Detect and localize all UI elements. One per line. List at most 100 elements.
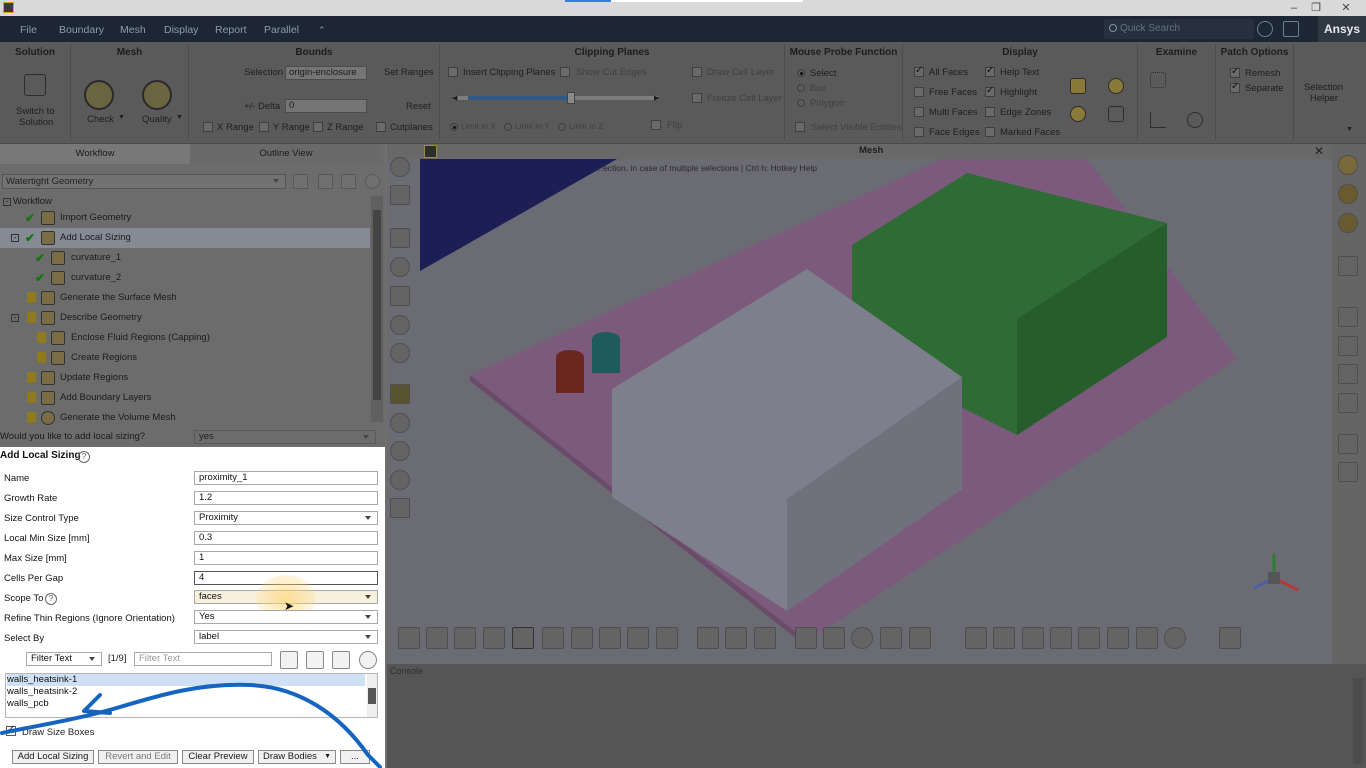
insert-clipping-checkbox[interactable] — [448, 67, 458, 77]
slider-left-arrow-icon[interactable]: ◀ — [452, 94, 457, 102]
help-icon[interactable]: ? — [78, 451, 90, 463]
show-cut-edges-checkbox[interactable] — [560, 67, 570, 77]
zone-select-icon[interactable] — [512, 627, 534, 649]
tree-item-add-boundary-layers[interactable]: Add Boundary Layers — [0, 388, 370, 408]
show-faces-icon[interactable] — [697, 627, 719, 649]
menu-parallel[interactable]: Parallel — [264, 16, 299, 42]
filter-text-input[interactable]: Filter Text — [134, 652, 272, 666]
plot-icon[interactable] — [1338, 307, 1358, 327]
gear-icon[interactable] — [1108, 78, 1124, 94]
workflow-tool-3-icon[interactable] — [341, 174, 356, 189]
select-filter-icon[interactable] — [398, 627, 420, 649]
slider-right-arrow-icon[interactable]: ▶ — [654, 94, 659, 102]
rotate-view-icon[interactable] — [390, 157, 410, 177]
quality-button[interactable]: Quality — [142, 114, 172, 125]
region-select-icon[interactable] — [656, 627, 678, 649]
selection-input[interactable]: origin-enclosure — [285, 66, 367, 80]
menu-boundary[interactable]: Boundary — [59, 16, 104, 42]
workflow-tool-2-icon[interactable] — [318, 174, 333, 189]
properties-icon[interactable] — [1338, 393, 1358, 413]
tree-item-enclose-fluid-regions[interactable]: Enclose Fluid Regions (Capping) — [0, 328, 370, 348]
quality-dropdown-icon[interactable]: ▼ — [176, 114, 183, 121]
probe-box-radio[interactable] — [797, 84, 805, 92]
cutplanes-checkbox[interactable] — [376, 122, 386, 132]
probe-polygon-radio[interactable] — [797, 99, 805, 107]
zoom-in-icon[interactable] — [390, 413, 410, 433]
tree-item-add-local-sizing[interactable]: - ✔ Add Local Sizing — [0, 228, 370, 248]
menu-mesh[interactable]: Mesh — [120, 16, 146, 42]
info-icon[interactable] — [1187, 112, 1203, 128]
zoom-box-icon[interactable] — [390, 315, 410, 335]
face-edges-checkbox[interactable] — [914, 127, 924, 137]
console-panel[interactable]: Console — [387, 664, 1366, 768]
refine-thin-regions-select[interactable]: Yes — [194, 610, 378, 624]
select-by-select[interactable]: label — [194, 630, 378, 644]
object-select-icon[interactable] — [571, 627, 593, 649]
tree-item-curvature-1[interactable]: ✔ curvature_1 — [0, 248, 370, 268]
size-control-type-select[interactable]: Proximity — [194, 511, 378, 525]
help-text-checkbox[interactable] — [985, 65, 995, 77]
rotate-selection-icon[interactable] — [965, 627, 987, 649]
free-faces-checkbox[interactable] — [914, 87, 924, 97]
node-select-icon[interactable] — [599, 627, 621, 649]
tree-item-create-regions[interactable]: Create Regions — [0, 348, 370, 368]
y-range-checkbox[interactable] — [259, 122, 269, 132]
check-button[interactable]: Check — [87, 114, 114, 125]
copy-view-icon[interactable] — [390, 185, 410, 205]
check-dropdown-icon[interactable]: ▼ — [118, 114, 125, 121]
edge-select-icon[interactable] — [454, 627, 476, 649]
workflow-tool-1-icon[interactable] — [293, 174, 308, 189]
set-ranges-button[interactable]: Set Ranges — [384, 67, 434, 78]
filter-mode-select[interactable]: Filter Text — [26, 652, 102, 666]
separate-checkbox[interactable] — [1230, 81, 1240, 93]
selection-helper-button[interactable]: Selection — [1304, 82, 1343, 93]
quality-icon[interactable] — [142, 80, 172, 110]
menu-file[interactable]: File — [20, 16, 37, 42]
all-faces-checkbox[interactable] — [914, 65, 924, 77]
check-mesh-icon[interactable] — [84, 80, 114, 110]
tree-item-curvature-2[interactable]: ✔ curvature_2 — [0, 268, 370, 288]
close-viewport-icon[interactable]: ✕ — [1314, 144, 1324, 158]
legend-icon[interactable] — [1338, 336, 1358, 356]
report-icon[interactable] — [1338, 364, 1358, 384]
pencil-icon[interactable] — [909, 627, 931, 649]
menu-display[interactable]: Display — [164, 16, 198, 42]
minimize-icon[interactable]: – — [1284, 1, 1304, 15]
probe-select-radio[interactable] — [797, 69, 805, 77]
max-size-input[interactable]: 1 — [194, 551, 378, 565]
lighting-icon[interactable] — [1338, 184, 1358, 204]
hide-icon[interactable] — [795, 627, 817, 649]
name-input[interactable]: proximity_1 — [194, 471, 378, 485]
body-select-icon[interactable] — [542, 627, 564, 649]
question-select[interactable]: yes — [194, 430, 376, 444]
display-options-icon[interactable] — [1070, 78, 1086, 94]
multi-faces-checkbox[interactable] — [914, 107, 924, 117]
expand-icon[interactable] — [1078, 627, 1100, 649]
menu-report[interactable]: Report — [215, 16, 247, 42]
angle-icon[interactable] — [1150, 112, 1166, 128]
tree-item-import-geometry[interactable]: ✔ Import Geometry — [0, 208, 370, 228]
face-select-icon[interactable] — [483, 627, 505, 649]
graphics-viewport[interactable] — [387, 144, 1332, 664]
remesh-checkbox[interactable] — [1230, 66, 1240, 78]
limit-y-radio[interactable] — [504, 123, 512, 131]
select-all-icon[interactable] — [306, 651, 324, 669]
scope-help-icon[interactable]: ? — [45, 593, 57, 605]
axes-icon[interactable] — [390, 498, 410, 518]
flag-icon[interactable] — [390, 384, 410, 404]
delete-icon[interactable] — [1219, 627, 1241, 649]
probe-icon[interactable] — [1164, 627, 1186, 649]
x-range-checkbox[interactable] — [203, 122, 213, 132]
paint-icon[interactable] — [1107, 627, 1129, 649]
filter-apply-icon[interactable] — [280, 651, 298, 669]
zoom-icon[interactable] — [390, 343, 410, 363]
marked-faces-checkbox[interactable] — [985, 127, 995, 137]
z-range-checkbox[interactable] — [313, 122, 323, 132]
tab-outline-view[interactable]: Outline View — [190, 144, 382, 164]
workflow-tool-4-icon[interactable] — [365, 174, 380, 189]
maximize-icon[interactable]: ❐ — [1306, 1, 1326, 15]
tree-item-update-regions[interactable]: Update Regions — [0, 368, 370, 388]
zoom-fit-icon[interactable] — [390, 470, 410, 490]
settings-icon[interactable] — [1283, 21, 1299, 37]
hand-icon[interactable] — [1136, 627, 1158, 649]
